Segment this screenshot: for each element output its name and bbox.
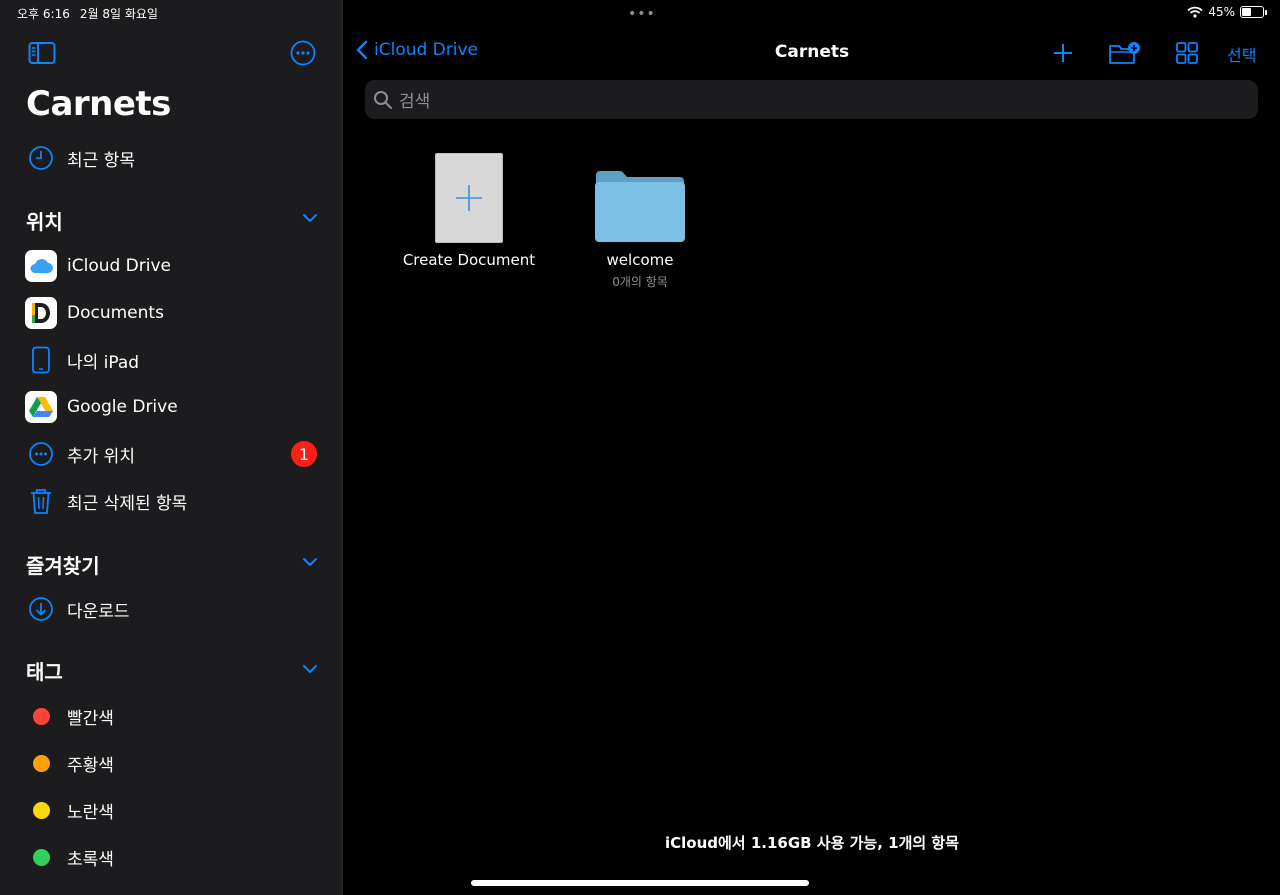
section-heading-tags: 태그 — [26, 660, 63, 684]
sidebar-toggle-icon[interactable] — [28, 40, 56, 66]
status-bar-right: 45% — [1187, 5, 1267, 19]
back-button[interactable]: iCloud Drive — [356, 40, 478, 60]
status-date: 2월 8일 화요일 — [79, 7, 158, 21]
sidebar-item-icloud-drive[interactable]: iCloud Drive — [0, 244, 343, 288]
select-button[interactable]: 선택 — [1227, 42, 1256, 66]
section-heading-locations: 위치 — [26, 210, 63, 234]
status-time: 오후 6:16 — [17, 7, 70, 21]
download-icon — [25, 593, 57, 625]
more-locations-icon — [25, 438, 57, 470]
item-subtitle: 0개의 항목 — [612, 275, 668, 289]
sidebar-item-label: 노란색 — [67, 802, 114, 823]
sidebar-item-google-drive[interactable]: Google Drive — [0, 385, 343, 429]
sidebar-item-tag-green[interactable]: 초록색 — [0, 835, 343, 879]
sidebar-item-more-locations[interactable]: 추가 위치 1 — [0, 432, 343, 476]
sidebar-item-label: 최근 항목 — [67, 150, 135, 171]
sidebar-item-label: Google Drive — [67, 397, 178, 417]
sidebar: 오후 6:16 2월 8일 화요일 Carnets 최근 항목 위치 iCloud… — [0, 0, 343, 895]
documents-app-icon — [25, 297, 57, 329]
add-icon[interactable] — [1050, 38, 1076, 68]
google-drive-icon — [25, 391, 57, 423]
sidebar-item-my-ipad[interactable]: 나의 iPad — [0, 338, 343, 382]
sidebar-item-tag-red[interactable]: 빨간색 — [0, 694, 343, 738]
plus-icon — [456, 185, 482, 211]
chevron-down-icon[interactable] — [302, 213, 318, 223]
tag-orange-dot-icon — [25, 747, 57, 779]
storage-status: iCloud에서 1.16GB 사용 가능, 1개의 항목 — [664, 834, 959, 852]
grid-view-icon[interactable] — [1174, 38, 1200, 68]
create-document-thumbnail — [435, 153, 503, 243]
sidebar-title: Carnets — [26, 84, 171, 124]
sidebar-item-label: 나의 iPad — [67, 352, 140, 373]
sidebar-item-tag-yellow[interactable]: 노란색 — [0, 788, 343, 832]
status-bar-left: 오후 6:16 2월 8일 화요일 — [17, 5, 158, 22]
sidebar-item-documents[interactable]: Documents — [0, 291, 343, 335]
tag-green-dot-icon — [25, 841, 57, 873]
clock-icon — [25, 142, 57, 174]
tag-red-dot-icon — [25, 700, 57, 732]
section-heading-favorites: 즐겨찾기 — [26, 554, 100, 578]
create-document-item[interactable]: Create Document — [384, 150, 554, 269]
folder-item-welcome[interactable]: welcome 0개의 항목 — [555, 150, 725, 290]
item-name: welcome — [606, 251, 674, 269]
sidebar-item-label: 주황색 — [67, 755, 114, 776]
sidebar-item-tag-orange[interactable]: 주황색 — [0, 741, 343, 785]
new-folder-icon[interactable] — [1108, 38, 1142, 68]
sidebar-item-label: 초록색 — [67, 849, 114, 870]
multitasking-dots-icon[interactable]: ••• — [628, 6, 656, 22]
more-options-icon[interactable] — [290, 40, 316, 66]
sidebar-item-label: 다운로드 — [67, 601, 130, 622]
home-indicator[interactable] — [471, 880, 809, 886]
sidebar-item-downloads[interactable]: 다운로드 — [0, 587, 343, 631]
sidebar-item-label: iCloud Drive — [67, 256, 172, 276]
icloud-icon — [25, 250, 57, 282]
ipad-icon — [25, 344, 57, 376]
folder-icon — [595, 171, 685, 242]
battery-icon — [1240, 6, 1267, 18]
item-name: Create Document — [402, 251, 536, 269]
sidebar-item-recents[interactable]: 최근 항목 — [0, 136, 343, 180]
trash-icon — [25, 485, 57, 517]
back-button-label: iCloud Drive — [374, 40, 479, 60]
chevron-down-icon[interactable] — [302, 664, 318, 674]
chevron-down-icon[interactable] — [302, 557, 318, 567]
chevron-left-icon — [356, 40, 368, 60]
wifi-icon — [1187, 6, 1203, 18]
sidebar-item-label: 빨간색 — [67, 708, 114, 729]
sidebar-item-recently-deleted[interactable]: 최근 삭제된 항목 — [0, 479, 343, 523]
tag-yellow-dot-icon — [25, 794, 57, 826]
battery-percent: 45% — [1208, 5, 1235, 19]
search-icon — [374, 90, 392, 109]
sidebar-item-label: Documents — [67, 303, 164, 323]
sidebar-item-label: 최근 삭제된 항목 — [67, 493, 188, 514]
main-content: ••• 45% iCloud Drive Carnets 선택 검색 Creat… — [344, 0, 1280, 895]
search-field[interactable]: 검색 — [365, 80, 1258, 119]
sidebar-item-label: 추가 위치 — [67, 446, 135, 467]
notification-badge: 1 — [291, 441, 317, 467]
search-placeholder: 검색 — [399, 92, 431, 112]
